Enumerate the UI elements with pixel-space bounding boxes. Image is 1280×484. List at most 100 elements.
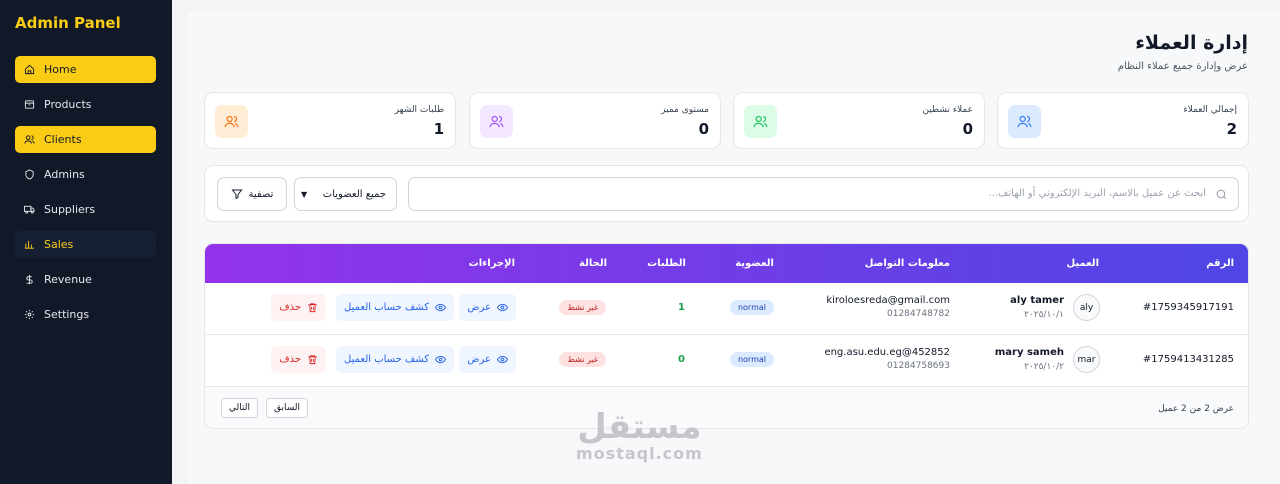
stat-value: 2 [1226, 120, 1237, 138]
filter-icon [231, 189, 243, 200]
page-subtitle: عرض وإدارة جميع عملاء النظام [1117, 61, 1248, 72]
sidebar-item-suppliers[interactable]: Suppliers [15, 196, 156, 223]
sidebar-item-label: Sales [44, 238, 74, 251]
search-input[interactable]: ابحث عن عميل بالاسم، البريد الإلكتروني أ… [408, 177, 1239, 211]
sidebar-item-label: Revenue [44, 273, 92, 286]
client-date: ٢٠٢٥/١٠/١ [1024, 310, 1064, 320]
statement-label: كشف حساب العميل [344, 354, 429, 365]
stat-label: إجمالي العملاء [1183, 105, 1237, 115]
client-date: ٢٠٢٥/١٠/٢ [1024, 362, 1064, 372]
sidebar-item-sales[interactable]: Sales [15, 231, 156, 258]
column-header-status: الحالة [579, 258, 607, 269]
orders-count: 1 [678, 302, 685, 313]
delete-label: حذف [279, 354, 301, 365]
main-content: إدارة العملاء عرض وإدارة جميع عملاء النظ… [188, 12, 1280, 484]
statement-button[interactable]: كشف حساب العميل [336, 294, 454, 321]
brand-title: Admin Panel [15, 14, 121, 32]
sidebar-item-label: Home [44, 63, 77, 76]
eye-icon [435, 303, 446, 312]
filter-bar: ابحث عن عميل بالاسم، البريد الإلكتروني أ… [204, 165, 1249, 222]
search-placeholder: ابحث عن عميل بالاسم، البريد الإلكتروني أ… [988, 188, 1207, 199]
stat-value: 1 [433, 120, 444, 138]
client-id: #1759413431285 [1142, 354, 1234, 365]
table-row: #1759413431285 mar mary sameh ٢٠٢٥/١٠/٢ … [205, 335, 1248, 387]
page-title: إدارة العملاء [1135, 32, 1248, 54]
table-row: #1759345917191 aly aly tamer ٢٠٢٥/١٠/١ k… [205, 283, 1248, 335]
chart-icon [24, 240, 35, 249]
stat-card-active-clients: عملاء نشطين 0 [733, 92, 985, 149]
trash-icon [308, 355, 317, 365]
clients-table: الرقم العميل معلومات التواصل العضوية الط… [204, 243, 1249, 429]
view-label: عرض [467, 354, 491, 365]
sidebar-item-label: Admins [44, 168, 85, 181]
dollar-icon [26, 274, 33, 285]
sidebar-item-home[interactable]: Home [15, 56, 156, 83]
sidebar-item-label: Clients [44, 133, 82, 146]
search-icon [1216, 189, 1227, 200]
watermark-logo: مستقل mostaql.com [576, 410, 703, 463]
sidebar-item-clients[interactable]: Clients [15, 126, 156, 153]
membership-badge: normal [729, 352, 774, 367]
trash-icon [308, 303, 317, 313]
home-icon [24, 64, 35, 75]
column-header-membership: العضوية [735, 258, 774, 269]
box-icon [24, 100, 35, 109]
sidebar-item-revenue[interactable]: Revenue [15, 266, 156, 293]
client-name: mary sameh [994, 347, 1064, 358]
statement-label: كشف حساب العميل [344, 302, 429, 313]
status-badge: غير نشط [559, 300, 606, 315]
sidebar-item-admins[interactable]: Admins [15, 161, 156, 188]
users-icon [215, 105, 248, 138]
stat-card-monthly-orders: طلبات الشهر 1 [204, 92, 456, 149]
client-phone: 01284748782 [887, 309, 950, 319]
view-button[interactable]: عرض [459, 346, 516, 373]
avatar-alt-text: mar [1077, 354, 1096, 365]
stat-value: 0 [962, 120, 973, 138]
delete-button[interactable]: حذف [271, 346, 326, 373]
next-page-button[interactable]: التالي [221, 398, 258, 418]
column-header-orders: الطلبات [647, 258, 686, 269]
filter-button[interactable]: تصفية [217, 177, 287, 211]
view-button[interactable]: عرض [459, 294, 516, 321]
results-count: عرض 2 من 2 عميل [1158, 404, 1234, 414]
stat-label: عملاء نشطين [922, 105, 973, 115]
delete-label: حذف [279, 302, 301, 313]
view-label: عرض [467, 302, 491, 313]
status-badge: غير نشط [559, 352, 606, 367]
shield-icon [25, 169, 34, 180]
column-header-actions: الإجراءات [468, 258, 515, 269]
eye-icon [497, 355, 508, 364]
eye-icon [497, 303, 508, 312]
stat-value: 0 [698, 120, 709, 138]
column-header-id: الرقم [1206, 258, 1234, 269]
membership-select[interactable]: ▼ جميع العضويات [294, 177, 397, 211]
users-icon [480, 105, 513, 138]
sidebar-item-label: Suppliers [44, 203, 96, 216]
delete-button[interactable]: حذف [271, 294, 326, 321]
client-email: eng.asu.edu.eg@452852 [824, 347, 950, 358]
watermark-arabic: مستقل [577, 407, 702, 447]
table-footer: عرض 2 من 2 عميل السابق التالي [205, 387, 1248, 428]
client-email: kiroloesreda@gmail.com [826, 295, 950, 306]
users-icon [24, 135, 35, 144]
users-icon [1008, 105, 1041, 138]
filter-label: تصفية [248, 188, 274, 200]
orders-count: 0 [678, 354, 685, 365]
avatar-alt-text: aly [1079, 302, 1094, 313]
prev-page-button[interactable]: السابق [266, 398, 309, 418]
stat-card-premium: مستوى مميز 0 [469, 92, 721, 149]
statement-button[interactable]: كشف حساب العميل [336, 346, 454, 373]
column-header-contact: معلومات التواصل [864, 258, 950, 269]
avatar: mar [1073, 346, 1100, 373]
stat-label: مستوى مميز [661, 105, 709, 115]
gear-icon [24, 309, 35, 320]
client-name: aly tamer [1010, 295, 1064, 306]
watermark-latin: mostaql.com [576, 444, 703, 463]
sidebar-item-settings[interactable]: Settings [15, 301, 156, 328]
users-icon [744, 105, 777, 138]
eye-icon [435, 355, 446, 364]
avatar: aly [1073, 294, 1100, 321]
membership-selected: جميع العضويات [322, 188, 386, 200]
sidebar-item-products[interactable]: Products [15, 91, 156, 118]
client-id: #1759345917191 [1142, 302, 1234, 313]
